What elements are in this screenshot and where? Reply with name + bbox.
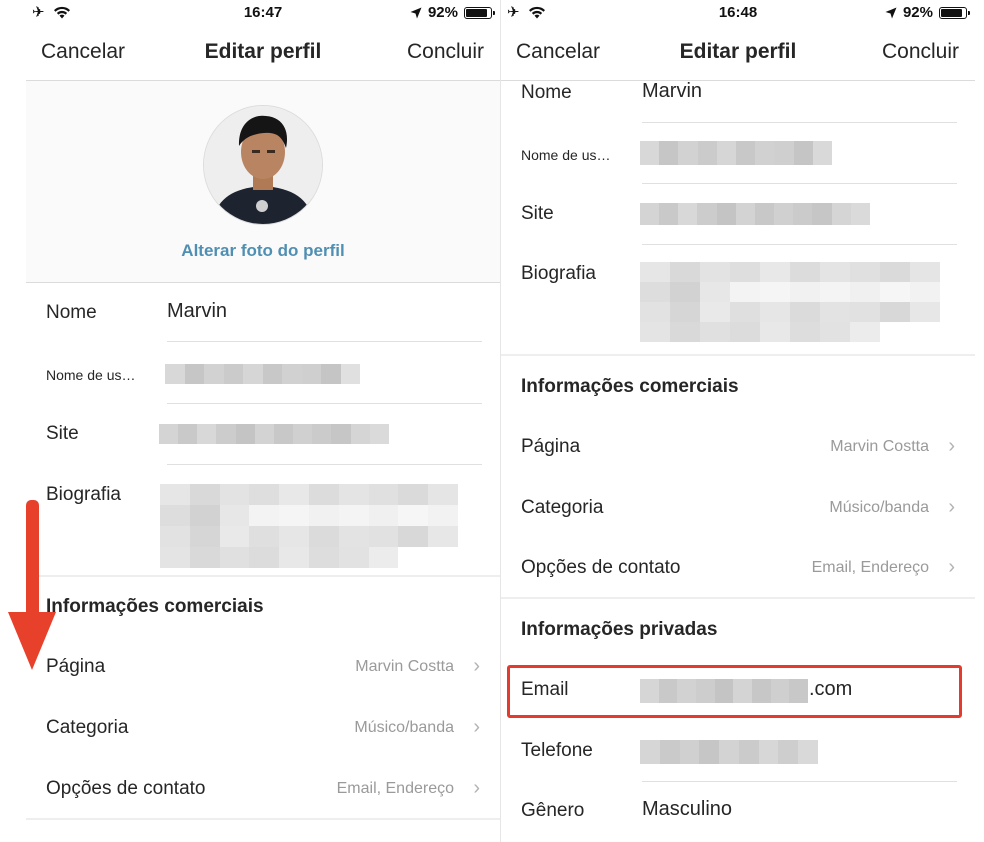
- page-label: Página: [521, 436, 581, 457]
- chevron-right-icon: ›: [473, 716, 480, 738]
- location-arrow-icon: [885, 7, 897, 18]
- divider: [642, 122, 957, 123]
- profile-photo-section: Alterar foto do perfil: [26, 81, 500, 283]
- username-input-blurred[interactable]: [165, 364, 360, 384]
- divider: [642, 244, 957, 245]
- done-button[interactable]: Concluir: [407, 40, 484, 64]
- left-screen: ✈ 16:47 92% Cancelar Editar perfil Concl…: [26, 0, 500, 842]
- chevron-right-icon: ›: [473, 655, 480, 677]
- category-value: Músico/banda: [354, 719, 454, 736]
- category-label: Categoria: [521, 497, 604, 518]
- username-input-blurred[interactable]: [640, 141, 832, 165]
- contact-options-value: Email, Endereço: [811, 559, 929, 576]
- status-bar: ✈ 16:48 92%: [501, 0, 975, 26]
- chevron-right-icon: ›: [948, 556, 955, 578]
- chevron-right-icon: ›: [948, 496, 955, 518]
- bio-label: Biografia: [46, 484, 121, 505]
- chevron-right-icon: ›: [473, 777, 480, 799]
- battery-icon: [939, 6, 970, 19]
- bio-input-blurred[interactable]: [160, 484, 458, 568]
- avatar-image: [204, 106, 322, 224]
- category-value: Músico/banda: [829, 499, 929, 516]
- phone-input-blurred[interactable]: [640, 740, 818, 764]
- name-label: Nome: [46, 302, 97, 323]
- username-label: Nome de us…: [46, 367, 136, 383]
- divider: [167, 341, 482, 342]
- divider: [642, 183, 957, 184]
- page-value: Marvin Costta: [830, 438, 929, 455]
- contact-options-value: Email, Endereço: [336, 780, 454, 797]
- name-input[interactable]: Marvin: [167, 300, 227, 323]
- contact-options-label: Opções de contato: [46, 778, 206, 799]
- right-screen: ✈ 16:48 92% Cancelar Editar perfil Concl…: [500, 0, 975, 842]
- divider: [642, 781, 957, 782]
- chevron-right-icon: ›: [948, 435, 955, 457]
- done-button[interactable]: Concluir: [882, 40, 959, 64]
- section-divider: [501, 597, 975, 599]
- divider: [167, 403, 482, 404]
- site-label: Site: [521, 203, 554, 224]
- contact-options-label: Opções de contato: [521, 557, 681, 578]
- name-input[interactable]: Marvin: [642, 80, 702, 103]
- site-input-blurred[interactable]: [159, 424, 389, 444]
- gender-value[interactable]: Masculino: [642, 798, 732, 821]
- avatar[interactable]: [203, 105, 323, 225]
- business-section-title: Informações comerciais: [521, 376, 739, 397]
- location-arrow-icon: [410, 7, 422, 18]
- status-bar: ✈ 16:47 92%: [26, 0, 500, 26]
- battery-percent: 92%: [427, 4, 458, 21]
- site-label: Site: [46, 423, 79, 444]
- phone-label: Telefone: [521, 740, 593, 761]
- page-value: Marvin Costta: [355, 658, 454, 675]
- battery-percent: 92%: [902, 4, 933, 21]
- username-label: Nome de us…: [521, 147, 611, 163]
- section-divider: [501, 354, 975, 356]
- section-divider: [26, 818, 500, 820]
- private-section-title: Informações privadas: [521, 619, 718, 640]
- business-section-title: Informações comerciais: [46, 596, 264, 617]
- battery-icon: [464, 6, 495, 19]
- section-divider: [26, 575, 500, 577]
- name-label: Nome: [521, 82, 572, 103]
- divider: [167, 464, 482, 465]
- nav-bar: Cancelar Editar perfil Concluir: [26, 26, 500, 81]
- bio-label: Biografia: [521, 263, 596, 284]
- bio-input-blurred[interactable]: [640, 262, 940, 342]
- gender-label: Gênero: [521, 800, 585, 821]
- email-highlight-box: [507, 665, 962, 718]
- site-input-blurred[interactable]: [640, 203, 870, 225]
- nav-bar: Cancelar Editar perfil Concluir: [501, 26, 975, 81]
- down-arrow-icon: [8, 500, 56, 670]
- category-label: Categoria: [46, 717, 129, 738]
- change-photo-link[interactable]: Alterar foto do perfil: [26, 241, 500, 261]
